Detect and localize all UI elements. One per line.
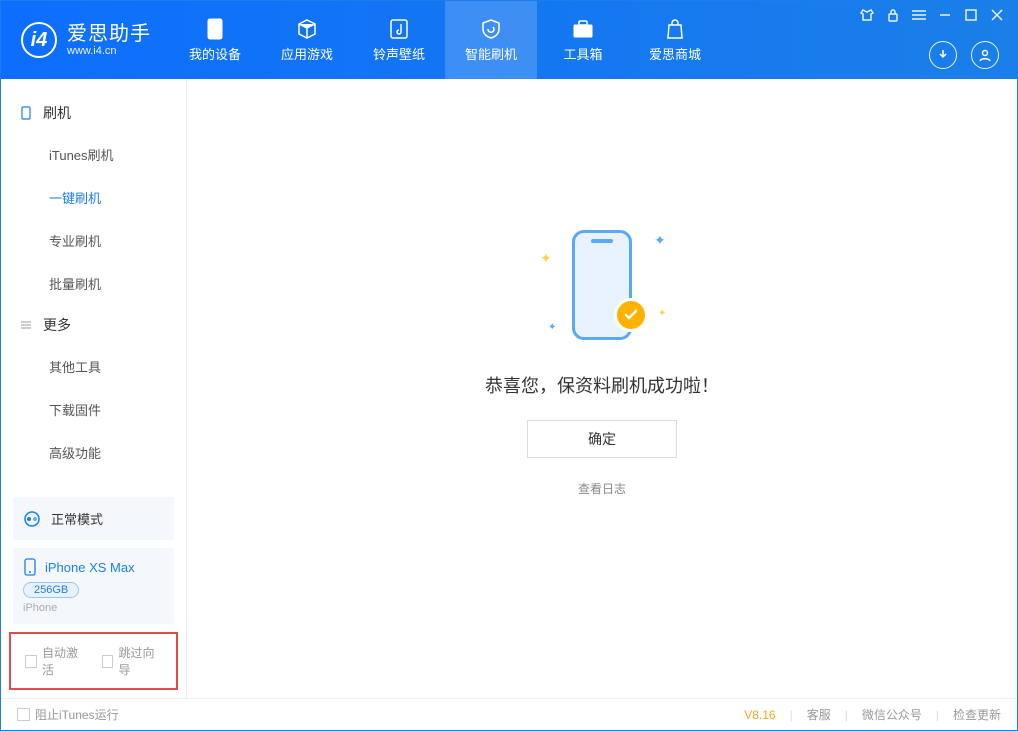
- ok-button[interactable]: 确定: [527, 420, 677, 458]
- sidebar-item-batch-flash[interactable]: 批量刷机: [1, 262, 186, 305]
- body-area: 刷机 iTunes刷机 一键刷机 专业刷机 批量刷机 更多 其他工具 下载固件 …: [1, 79, 1017, 698]
- list-icon: [19, 318, 33, 332]
- close-button[interactable]: [989, 7, 1005, 23]
- phone-icon: [204, 18, 226, 40]
- app-title: 爱思助手: [67, 23, 151, 45]
- shirt-icon[interactable]: [859, 7, 875, 23]
- version-label: V8.16: [744, 708, 775, 722]
- checkbox-icon: [25, 655, 37, 668]
- lock-icon[interactable]: [885, 7, 901, 23]
- tab-store[interactable]: 爱思商城: [629, 1, 721, 79]
- sparkle-icon: ✦: [540, 250, 548, 258]
- tab-label: 爱思商城: [649, 44, 701, 63]
- tab-label: 我的设备: [189, 44, 241, 63]
- checkbox-label: 阻止iTunes运行: [35, 706, 119, 723]
- sparkle-icon: ✦: [548, 322, 556, 330]
- logo-area: i4 爱思助手 www.i4.cn: [1, 1, 169, 79]
- sidebar-group-more: 更多: [1, 305, 186, 345]
- menu-icon[interactable]: [911, 7, 927, 23]
- footer-right: V8.16 | 客服 | 微信公众号 | 检查更新: [744, 706, 1001, 723]
- device-card[interactable]: iPhone XS Max 256GB iPhone: [13, 548, 174, 624]
- success-message: 恭喜您，保资料刷机成功啦！: [485, 372, 719, 398]
- sidebar: 刷机 iTunes刷机 一键刷机 专业刷机 批量刷机 更多 其他工具 下载固件 …: [1, 79, 187, 698]
- tab-label: 铃声壁纸: [373, 44, 425, 63]
- device-type: iPhone: [23, 602, 164, 614]
- sidebar-item-advanced[interactable]: 高级功能: [1, 431, 186, 474]
- separator: |: [790, 708, 793, 722]
- download-button[interactable]: [929, 41, 957, 69]
- app-subtitle: www.i4.cn: [67, 45, 151, 57]
- tab-my-device[interactable]: 我的设备: [169, 1, 261, 79]
- checkbox-label: 跳过向导: [118, 644, 162, 678]
- footer: 阻止iTunes运行 V8.16 | 客服 | 微信公众号 | 检查更新: [1, 698, 1017, 730]
- tab-ringtones-wallpapers[interactable]: 铃声壁纸: [353, 1, 445, 79]
- checkbox-icon: [102, 655, 114, 668]
- music-note-icon: [388, 18, 410, 40]
- tab-toolbox[interactable]: 工具箱: [537, 1, 629, 79]
- sidebar-item-pro-flash[interactable]: 专业刷机: [1, 219, 186, 262]
- checkbox-skip-guide[interactable]: 跳过向导: [102, 644, 163, 678]
- checkbox-block-itunes[interactable]: 阻止iTunes运行: [17, 706, 119, 723]
- customer-service-link[interactable]: 客服: [807, 706, 831, 723]
- separator: |: [845, 708, 848, 722]
- minimize-button[interactable]: [937, 7, 953, 23]
- main-content: ✦ ✦ ✦ ✦ 恭喜您，保资料刷机成功啦！ 确定 查看日志: [187, 79, 1017, 698]
- check-update-link[interactable]: 检查更新: [953, 706, 1001, 723]
- view-log-link[interactable]: 查看日志: [578, 480, 626, 497]
- sidebar-item-download-firmware[interactable]: 下载固件: [1, 388, 186, 431]
- status-card[interactable]: 正常模式: [13, 497, 174, 540]
- device-name: iPhone XS Max: [45, 560, 135, 575]
- tab-label: 应用游戏: [281, 44, 333, 63]
- checkbox-icon: [17, 708, 30, 721]
- sidebar-item-other-tools[interactable]: 其他工具: [1, 345, 186, 388]
- tab-label: 智能刷机: [465, 44, 517, 63]
- device-icon: [19, 106, 33, 120]
- status-icon: [23, 510, 41, 528]
- sparkle-icon: ✦: [658, 308, 666, 316]
- success-illustration: ✦ ✦ ✦ ✦: [522, 220, 682, 350]
- highlighted-checkbox-row: 自动激活 跳过向导: [9, 632, 178, 690]
- device-storage-badge: 256GB: [23, 582, 79, 598]
- checkmark-badge-icon: [614, 298, 648, 332]
- checkbox-label: 自动激活: [42, 644, 86, 678]
- cube-icon: [296, 18, 318, 40]
- separator: |: [936, 708, 939, 722]
- sidebar-item-oneclick-flash[interactable]: 一键刷机: [1, 176, 186, 219]
- maximize-button[interactable]: [963, 7, 979, 23]
- shield-refresh-icon: [480, 18, 502, 40]
- sidebar-item-itunes-flash[interactable]: iTunes刷机: [1, 133, 186, 176]
- app-header: i4 爱思助手 www.i4.cn 我的设备 应用游戏 铃声壁纸 智能刷机 工具…: [1, 1, 1017, 79]
- device-icon: [23, 558, 37, 576]
- window-controls: [859, 7, 1005, 23]
- nav-tabs: 我的设备 应用游戏 铃声壁纸 智能刷机 工具箱 爱思商城: [169, 1, 721, 79]
- tab-label: 工具箱: [563, 44, 602, 63]
- logo-icon: i4: [21, 22, 57, 58]
- header-action-circles: [929, 41, 999, 69]
- checkbox-auto-activate[interactable]: 自动激活: [25, 644, 86, 678]
- sparkle-icon: ✦: [654, 232, 662, 240]
- bag-icon: [664, 18, 686, 40]
- user-button[interactable]: [971, 41, 999, 69]
- tab-smart-flash[interactable]: 智能刷机: [445, 1, 537, 79]
- toolbox-icon: [572, 18, 594, 40]
- tab-apps-games[interactable]: 应用游戏: [261, 1, 353, 79]
- wechat-link[interactable]: 微信公众号: [862, 706, 922, 723]
- group-title: 刷机: [43, 103, 71, 123]
- group-title: 更多: [43, 315, 71, 335]
- status-mode: 正常模式: [51, 509, 103, 528]
- sidebar-group-flash: 刷机: [1, 93, 186, 133]
